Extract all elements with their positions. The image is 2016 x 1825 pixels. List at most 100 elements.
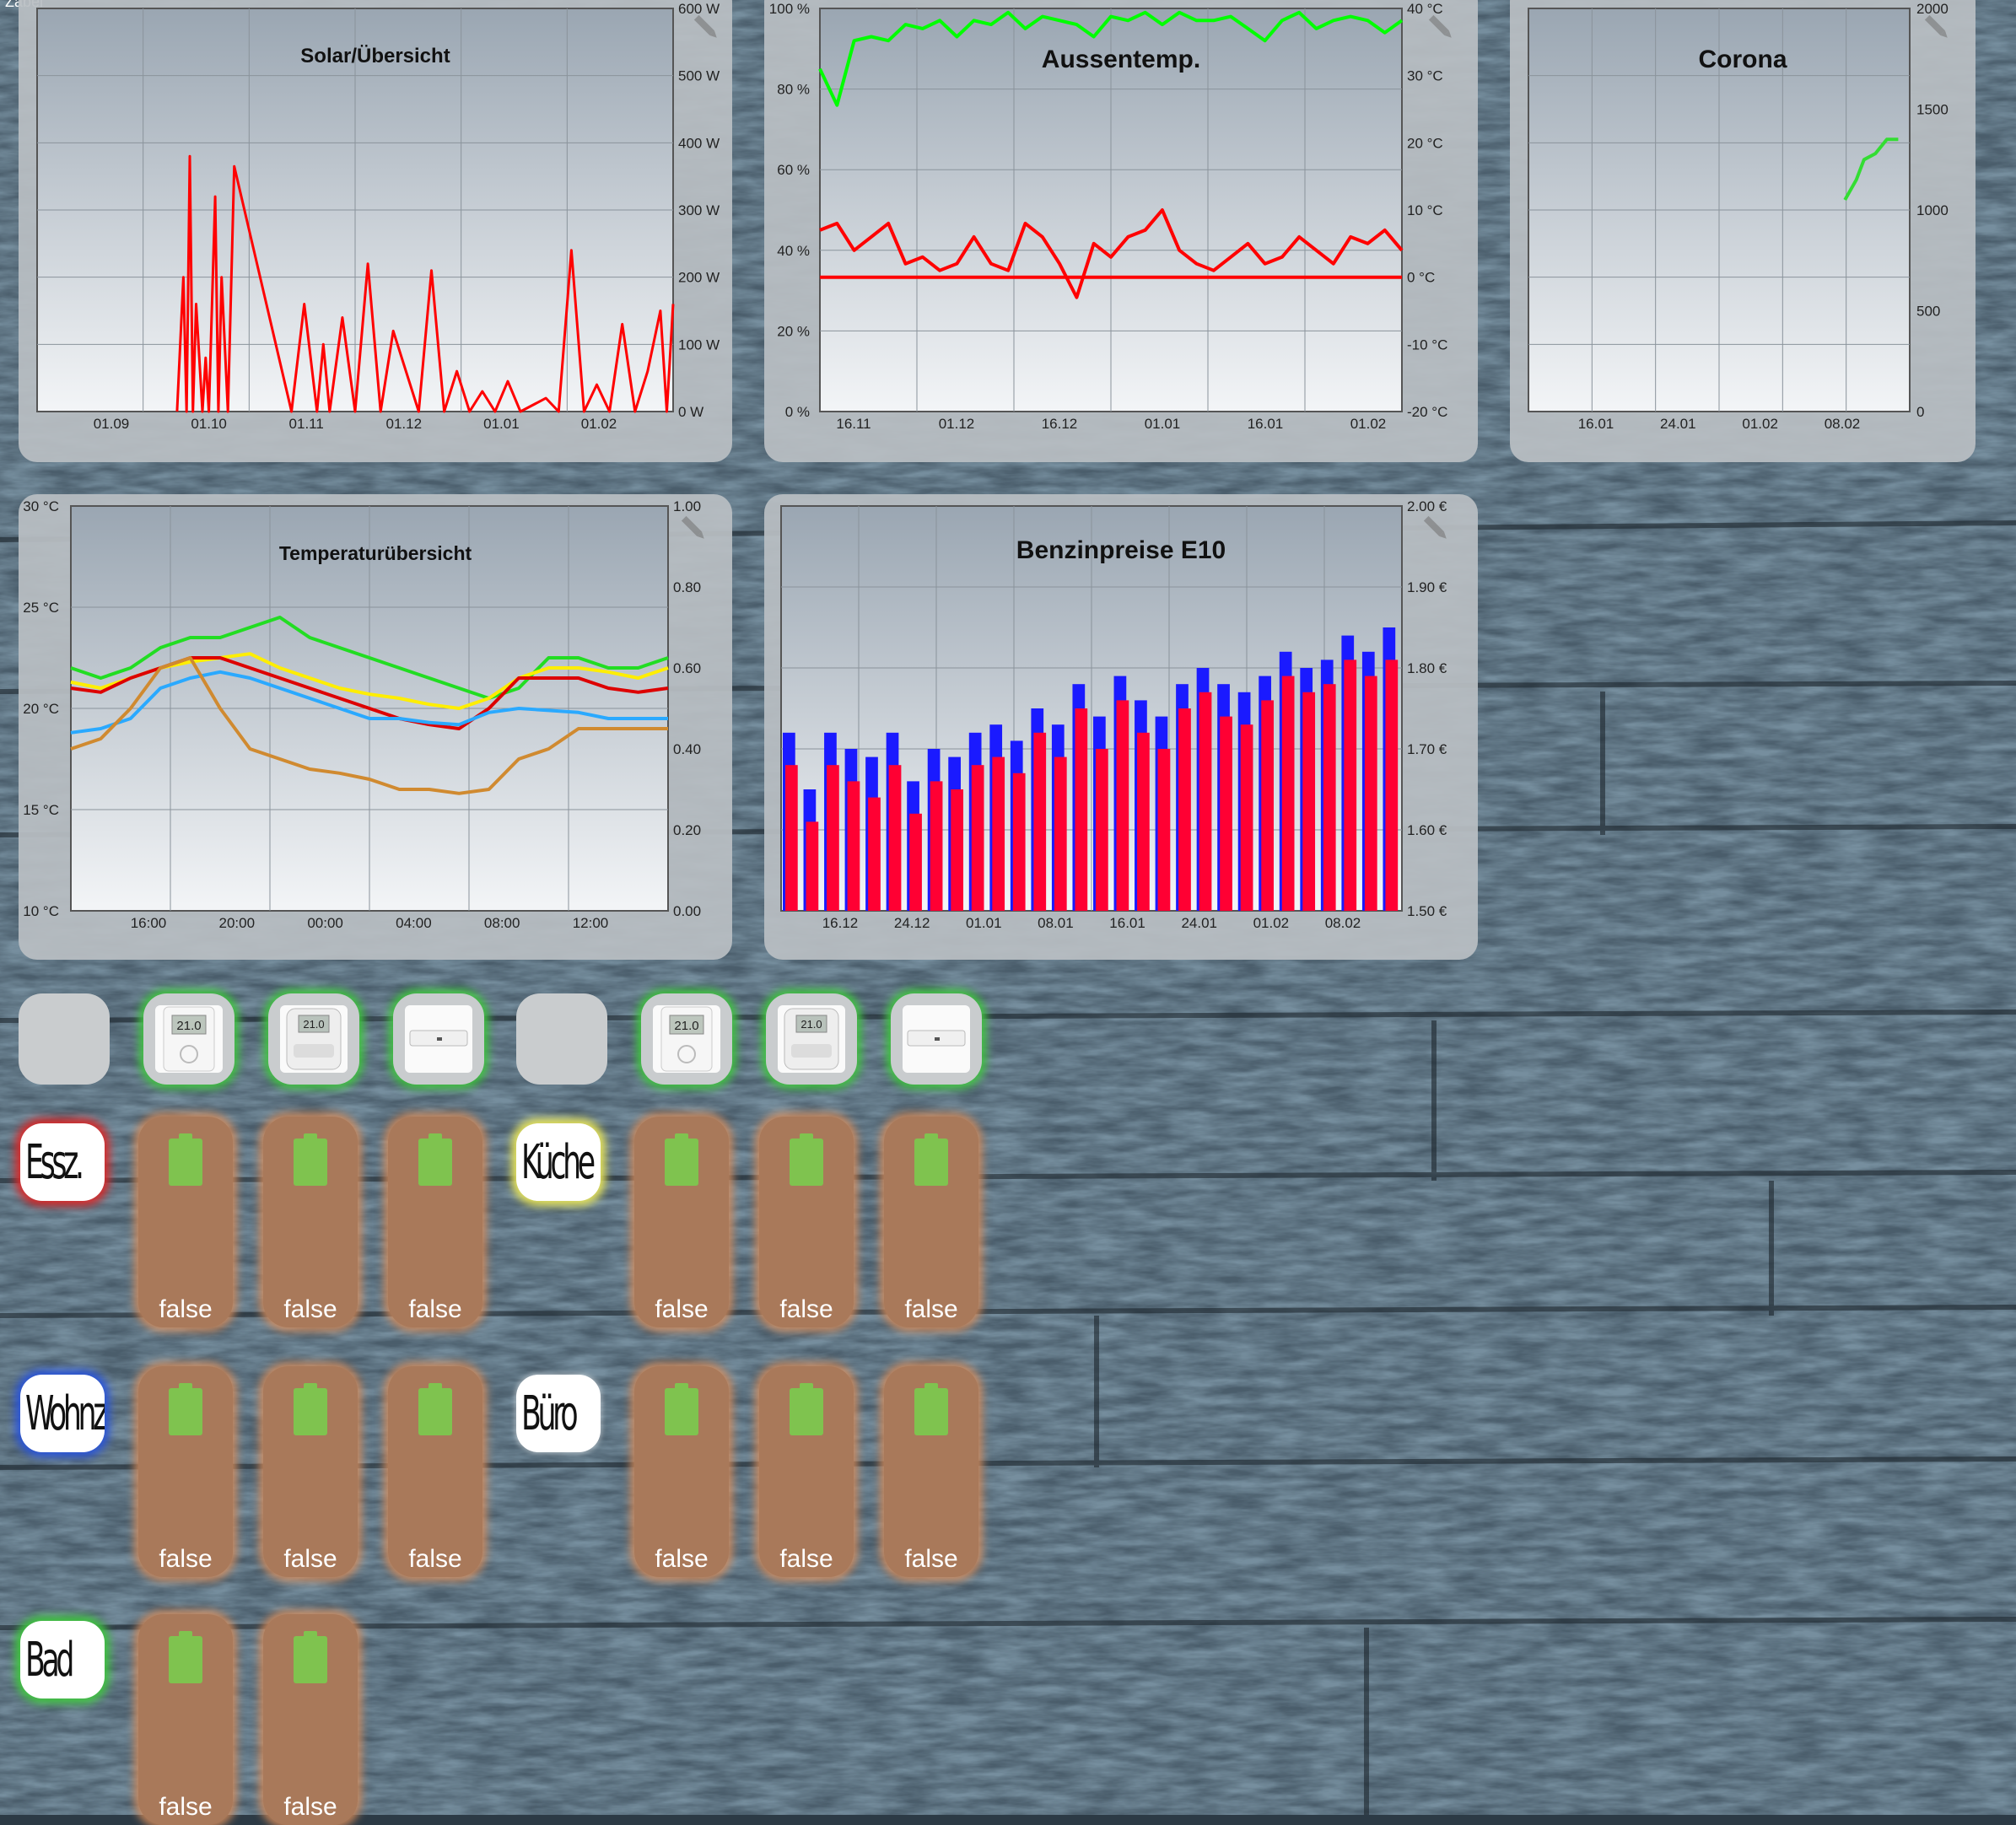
room-wohnz-button[interactable]: Wohnz.	[20, 1375, 105, 1452]
y-tick-label: 0.60	[673, 660, 701, 676]
battery-status-tile[interactable]: false	[138, 1614, 233, 1825]
fuel-price-chart: 16.12 24.12 01.01 08.01 16.01 24.01 01.02 08.02…	[780, 498, 1449, 931]
y-tick-label: 500	[1916, 304, 1940, 320]
battery-status-tile[interactable]: false	[759, 1117, 854, 1327]
solar-chart-panel: Solar/Übersicht 01.09 01.10 01.11 01.12 01.01…	[19, 0, 732, 462]
battery-value: false	[408, 1545, 462, 1573]
x-tick-label: 16.01	[1578, 416, 1614, 432]
y-tick-label: 20 °C	[23, 701, 59, 717]
bar	[847, 781, 860, 911]
bar	[1220, 716, 1232, 911]
y-tick-label: 100 W	[678, 336, 720, 353]
svg-text:21.0: 21.0	[800, 1018, 822, 1031]
blank-tile[interactable]	[516, 993, 607, 1085]
battery-value: false	[779, 1295, 833, 1323]
battery-status-tile[interactable]: false	[884, 1117, 978, 1327]
battery-status-tile[interactable]: false	[138, 1117, 233, 1327]
bar	[1137, 732, 1150, 911]
edit-pencil-icon[interactable]	[1924, 14, 1950, 40]
battery-status-tile[interactable]: false	[263, 1117, 358, 1327]
battery-status-tile[interactable]: false	[634, 1366, 729, 1577]
battery-status-tile[interactable]: false	[388, 1117, 482, 1327]
aussentemp-chart: 16.11 01.12 16.12 01.01 16.01 01.02 0 % 20 % 40 …	[769, 1, 1454, 432]
bar	[1302, 692, 1316, 911]
x-tick-label: 08:00	[484, 915, 520, 931]
battery-status-tile[interactable]: false	[759, 1366, 854, 1577]
x-tick-label: 08.02	[1325, 915, 1361, 931]
edit-pencil-icon[interactable]	[693, 14, 720, 40]
y-tick-label: 10 °C	[23, 903, 59, 919]
battery-status-tile[interactable]: false	[388, 1366, 482, 1577]
solar-chart: Solar/Übersicht 01.09 01.10 01.11 01.12 01.01…	[36, 1, 720, 432]
room-buero-button[interactable]: Büro	[516, 1375, 601, 1452]
blank-tile[interactable]	[19, 993, 110, 1085]
battery-value: false	[283, 1545, 337, 1573]
room-essz-label: Essz.	[25, 1134, 84, 1190]
bar	[1323, 684, 1336, 911]
battery-value: false	[159, 1545, 213, 1573]
y-tick-label: 1.70 €	[1407, 741, 1447, 757]
window-sensor-tile[interactable]	[393, 993, 484, 1085]
window-sensor-icon	[903, 1005, 970, 1073]
x-tick-label: 01.02	[1253, 915, 1290, 931]
battery-value: false	[904, 1295, 958, 1323]
bar	[992, 756, 1005, 911]
y-tick-label: 30 °C	[1407, 68, 1443, 84]
battery-value: false	[283, 1793, 337, 1821]
y-tick-label: 0 °C	[1407, 270, 1435, 286]
radiator-thermostat-tile[interactable]: 21.0	[268, 993, 359, 1085]
svg-text:21.0: 21.0	[303, 1018, 324, 1031]
battery-icon	[294, 1133, 327, 1186]
battery-status-tile[interactable]: false	[263, 1614, 358, 1825]
room-wohnz-label: Wohnz.	[25, 1386, 105, 1441]
fuel-price-chart-panel: 16.12 24.12 01.01 08.01 16.01 24.01 01.02 08.02…	[764, 494, 1478, 960]
x-tick-label: 01.01	[1145, 416, 1181, 432]
x-tick-label: 01.09	[94, 416, 130, 432]
bar	[971, 765, 984, 911]
chart-title: Solar/Übersicht	[300, 45, 450, 67]
pencil-body	[681, 515, 702, 536]
x-tick-label: 20:00	[219, 915, 256, 931]
bar	[1281, 676, 1295, 911]
y-tick-label: 60 %	[777, 162, 810, 178]
y-tick-label: 200 W	[678, 270, 720, 286]
battery-status-tile[interactable]: false	[138, 1366, 233, 1577]
chart-title: Benzinpreise E10	[1016, 536, 1226, 564]
bar	[868, 797, 881, 911]
room-essz-button[interactable]: Essz.	[20, 1123, 105, 1201]
x-tick-label: 24.01	[1660, 416, 1696, 432]
battery-icon	[665, 1133, 698, 1186]
bar	[930, 781, 943, 911]
y-tick-label: 40 °C	[1407, 1, 1443, 17]
x-tick-label: 16.11	[836, 416, 871, 432]
window-sensor-tile[interactable]	[891, 993, 982, 1085]
x-tick-label: 01.10	[191, 416, 227, 432]
room-kueche-button[interactable]: Küche	[516, 1123, 601, 1201]
x-tick-label: 01.12	[386, 416, 423, 432]
x-tick-label: 24.01	[1181, 915, 1217, 931]
wall-thermostat-tile[interactable]: 21.0	[143, 993, 234, 1085]
radiator-thermostat-tile[interactable]: 21.0	[766, 993, 857, 1085]
room-bad-button[interactable]: Bad	[20, 1621, 105, 1698]
edit-pencil-icon[interactable]	[1423, 515, 1449, 541]
y-tick-label: 0 %	[785, 404, 810, 420]
y-tick-label: 1.90 €	[1407, 579, 1447, 595]
wall-thermostat-tile[interactable]: 21.0	[641, 993, 732, 1085]
x-tick-label: 01.02	[1350, 416, 1387, 432]
y-tick-label: 20 °C	[1407, 135, 1443, 151]
y-tick-label: 25 °C	[23, 600, 59, 616]
y-tick-label: 100 %	[769, 1, 810, 17]
battery-icon	[294, 1383, 327, 1435]
x-tick-label: 00:00	[307, 915, 343, 931]
y-tick-label: 30 °C	[23, 498, 59, 514]
battery-status-tile[interactable]: false	[263, 1366, 358, 1577]
temperature-chart: 16:00 20:00 00:00 04:00 08:00 12:00 10 °C 15 °C…	[23, 498, 707, 931]
x-tick-label: 16.01	[1248, 416, 1284, 432]
edit-pencil-icon[interactable]	[1428, 14, 1454, 40]
battery-status-tile[interactable]: false	[634, 1117, 729, 1327]
x-tick-label: 01.11	[289, 416, 324, 432]
battery-icon	[418, 1383, 452, 1435]
radiator-thermostat-icon: 21.0	[778, 1005, 845, 1073]
edit-pencil-icon[interactable]	[681, 515, 707, 541]
battery-status-tile[interactable]: false	[884, 1366, 978, 1577]
